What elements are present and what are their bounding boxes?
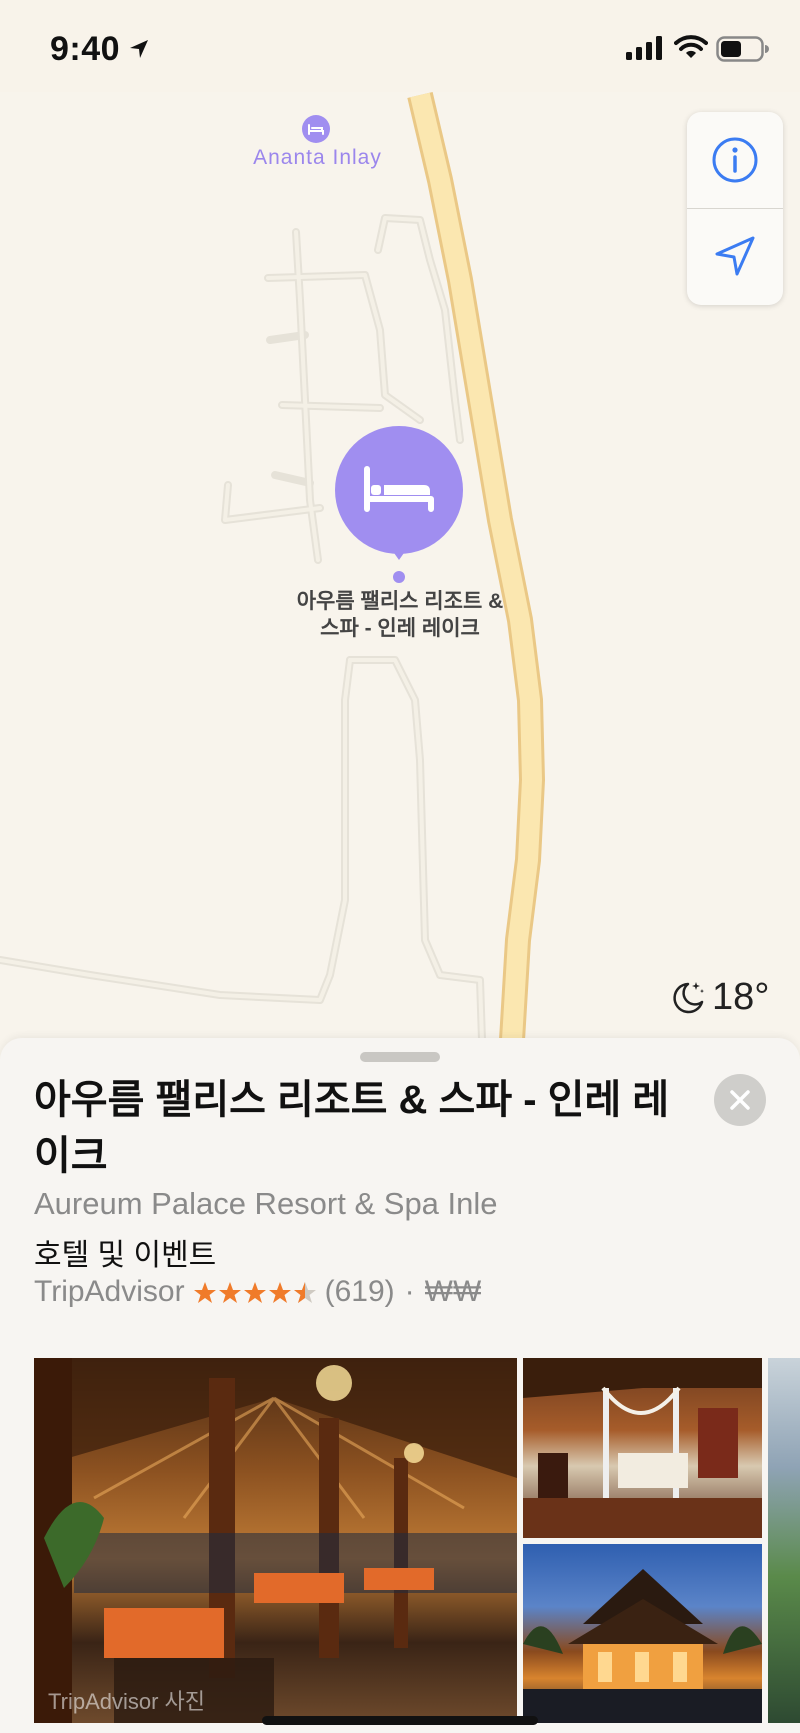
photo-room[interactable] bbox=[523, 1358, 762, 1538]
exterior-photo-art bbox=[523, 1569, 762, 1723]
close-button[interactable] bbox=[714, 1074, 766, 1126]
rating-row[interactable]: TripAdvisor (619) · ₩₩ bbox=[34, 1275, 481, 1309]
rating-separator: · bbox=[404, 1275, 415, 1308]
map-controls-panel bbox=[687, 112, 783, 305]
photo-lake-partial[interactable] bbox=[768, 1358, 800, 1723]
map-controls bbox=[687, 112, 800, 305]
rating-source: TripAdvisor bbox=[34, 1275, 185, 1308]
maps-app: Ananta Inlay 아우름 팰리스 리조트 & 스파 - 인레 레이크 1… bbox=[0, 0, 800, 1733]
pin-location-dot bbox=[393, 571, 405, 583]
cellular-signal-icon bbox=[626, 36, 662, 60]
lobby-photo-art bbox=[34, 1358, 517, 1723]
rating-count: (619) bbox=[324, 1275, 395, 1308]
bed-icon bbox=[308, 124, 324, 135]
selected-hotel-label[interactable]: 아우름 팰리스 리조트 & 스파 - 인레 레이크 bbox=[250, 588, 550, 642]
place-card[interactable]: 아우름 팰리스 리조트 & 스파 - 인레 레이크 Aureum Palace … bbox=[0, 1038, 800, 1733]
close-icon bbox=[730, 1090, 750, 1110]
location-services-icon bbox=[130, 40, 148, 58]
rating-stars-icon bbox=[193, 1282, 316, 1303]
sheet-grabber[interactable] bbox=[360, 1052, 440, 1062]
place-title: 아우름 팰리스 리조트 & 스파 - 인레 레이크 bbox=[34, 1078, 670, 1178]
weather-widget: 18° bbox=[668, 975, 769, 1019]
photo-lobby[interactable]: TripAdvisor 사진 bbox=[34, 1358, 517, 1723]
status-bar: 9:40 bbox=[0, 0, 800, 100]
photo-exterior[interactable] bbox=[523, 1544, 762, 1723]
map-view[interactable]: Ananta Inlay 아우름 팰리스 리조트 & 스파 - 인레 레이크 1… bbox=[0, 0, 800, 1040]
home-indicator[interactable] bbox=[262, 1716, 538, 1725]
location-arrow-icon[interactable] bbox=[713, 234, 757, 278]
bed-icon bbox=[364, 466, 434, 512]
photo-gallery[interactable]: TripAdvisor 사진 bbox=[34, 1358, 800, 1733]
info-icon[interactable] bbox=[711, 136, 759, 184]
selected-hotel-label-line1: 아우름 팰리스 리조트 & bbox=[296, 590, 504, 613]
controls-divider bbox=[687, 208, 783, 209]
room-photo-art bbox=[523, 1358, 762, 1538]
selected-hotel-label-line2: 스파 - 인레 레이크 bbox=[320, 617, 480, 640]
nearby-hotel-label[interactable]: Ananta Inlay bbox=[220, 146, 415, 170]
status-time: 9:40 bbox=[50, 30, 121, 68]
temperature: 18° bbox=[712, 975, 770, 1018]
place-category[interactable]: 호텔 및 이벤트 bbox=[34, 1230, 216, 1274]
price-level: ₩₩ bbox=[424, 1275, 482, 1308]
nearby-hotel-pin[interactable] bbox=[302, 115, 330, 143]
moon-stars-icon bbox=[673, 982, 704, 1014]
wifi-icon bbox=[674, 35, 708, 58]
place-subtitle: Aureum Palace Resort & Spa Inle bbox=[34, 1186, 498, 1221]
pin-tail bbox=[382, 536, 416, 560]
battery-icon bbox=[716, 36, 769, 62]
photo-credit: TripAdvisor 사진 bbox=[48, 1689, 206, 1714]
